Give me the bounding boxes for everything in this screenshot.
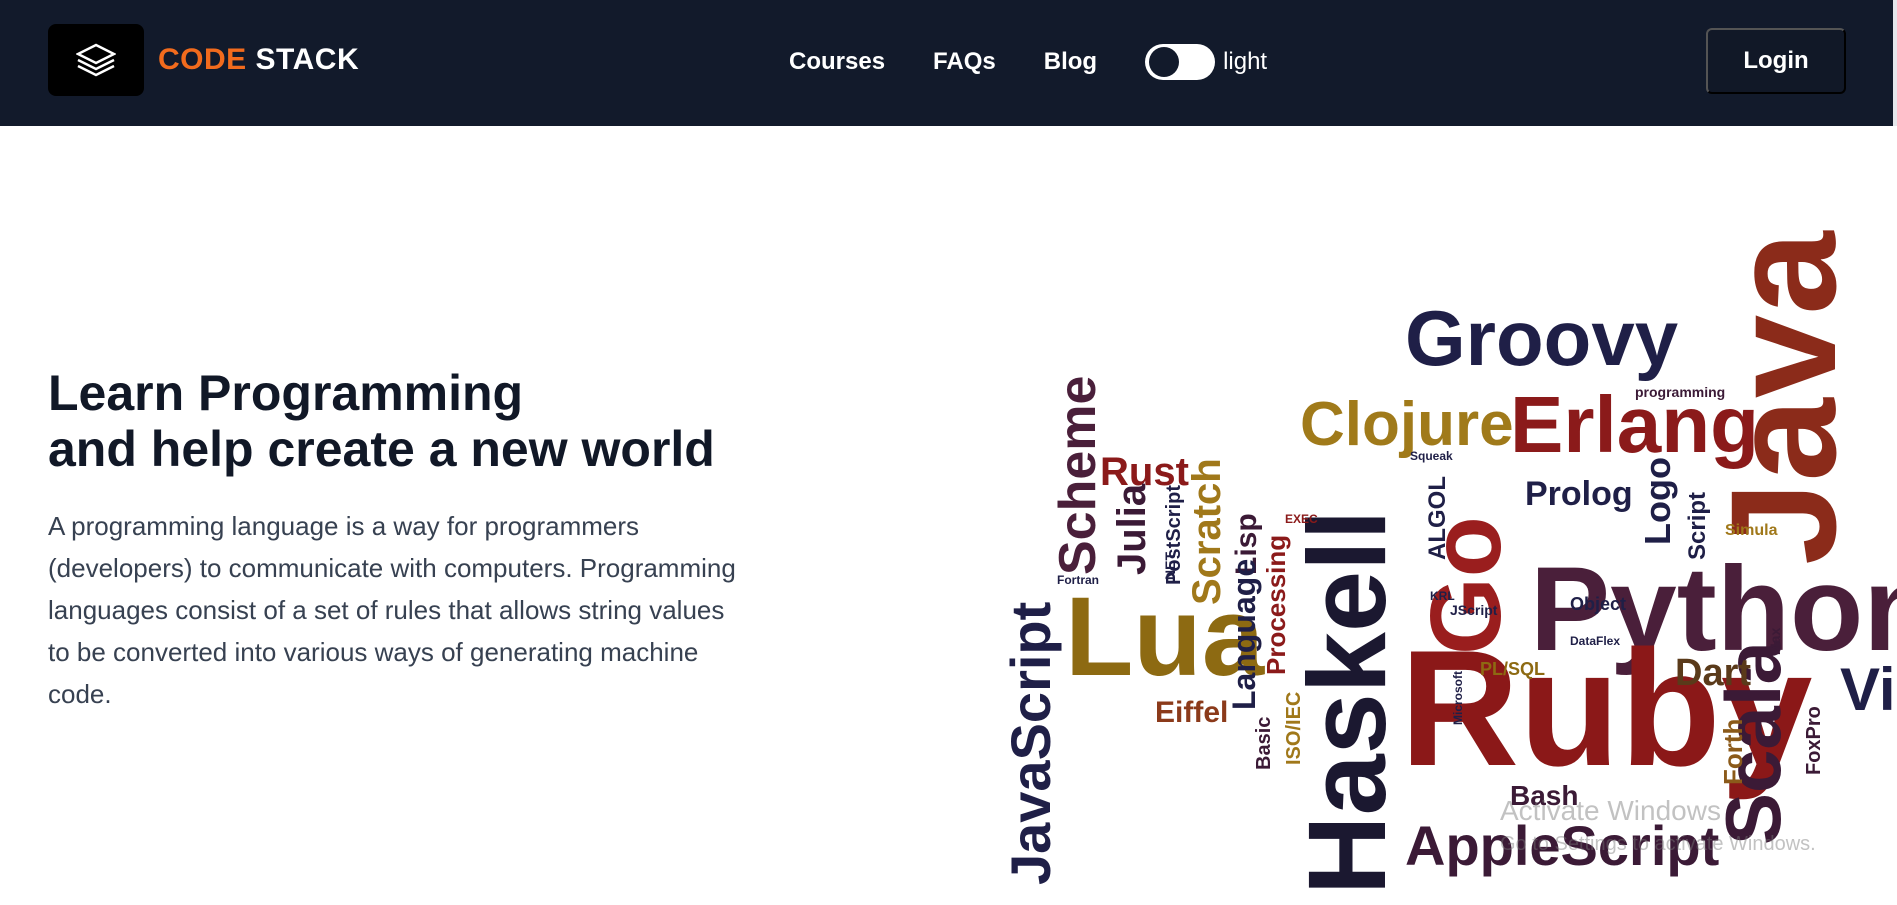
word-plsql: PL/SQL xyxy=(1480,659,1545,679)
word-net: NET xyxy=(1162,552,1178,580)
word-clojure: Clojure xyxy=(1300,390,1514,459)
toggle-knob xyxy=(1149,47,1180,77)
word-scratch: Scratch xyxy=(1185,458,1229,605)
word-groovy: Groovy xyxy=(1405,294,1678,382)
word-forth: Forth xyxy=(1718,719,1748,785)
word-logo: Logo xyxy=(1637,457,1678,545)
windows-activation-watermark: Activate Windows Go to Settings to activ… xyxy=(1500,795,1816,856)
word-processing: Processing xyxy=(1261,535,1291,675)
word-jscript: JScript xyxy=(1450,602,1498,618)
word-exec: EXEC xyxy=(1285,512,1318,526)
theme-toggle-switch[interactable] xyxy=(1145,44,1216,80)
hero-title: Learn Programming and help create a new … xyxy=(48,365,768,477)
word-algol: ALGOL xyxy=(1424,476,1451,560)
hero-title-line1: Learn Programming xyxy=(48,365,524,421)
word-fortran: Fortran xyxy=(1057,573,1099,587)
theme-toggle-label: light xyxy=(1223,48,1268,75)
logo[interactable] xyxy=(48,24,144,96)
word-krl: KRL xyxy=(1430,589,1455,603)
word-scheme: Scheme xyxy=(1049,376,1107,575)
nav-link-faqs[interactable]: FAQs xyxy=(933,48,996,76)
word-eiffel: Eiffel xyxy=(1155,696,1228,729)
word-javascript: JavaScript xyxy=(999,602,1062,885)
word-isoiec: ISO/IEC xyxy=(1283,692,1305,765)
top-navbar: CODE STACK Courses FAQs Blog light Login xyxy=(0,0,1897,126)
watermark-line2: Go to Settings to activate Windows. xyxy=(1500,833,1816,855)
watermark-line1: Activate Windows xyxy=(1500,795,1721,826)
word-max: Max xyxy=(1767,628,1783,655)
main-nav: Courses FAQs Blog light xyxy=(789,44,1267,80)
word-microsoft: Microsoft xyxy=(1451,671,1465,725)
word-vis: Vis xyxy=(1840,656,1897,723)
login-button[interactable]: Login xyxy=(1706,28,1846,94)
theme-toggle[interactable]: light xyxy=(1145,44,1267,80)
nav-link-courses[interactable]: Courses xyxy=(789,48,885,76)
word-prolog: Prolog xyxy=(1525,475,1633,513)
word-object: Object xyxy=(1570,594,1626,614)
brand-name[interactable]: CODE STACK xyxy=(158,43,359,77)
hero-description: A programming language is a way for prog… xyxy=(48,511,736,709)
scrollbar[interactable] xyxy=(1893,0,1897,126)
hero-title-line2: and help create a new world xyxy=(48,421,715,477)
nav-link-blog[interactable]: Blog xyxy=(1044,48,1097,76)
brand[interactable]: CODE STACK xyxy=(48,24,359,96)
word-squeak: Squeak xyxy=(1410,449,1453,463)
word-language: Language xyxy=(1226,559,1262,710)
word-programming: programming xyxy=(1635,384,1725,400)
brand-accent: CODE xyxy=(158,43,247,76)
word-dart: Dart xyxy=(1675,652,1751,694)
word-foxpro: FoxPro xyxy=(1803,706,1825,775)
layers-icon xyxy=(76,43,116,77)
word-simula: Simula xyxy=(1725,522,1778,539)
word-basic: Basic xyxy=(1253,717,1275,770)
word-dataflex: DataFlex xyxy=(1570,634,1620,648)
word-julia: Julia xyxy=(1110,483,1154,575)
brand-main: STACK xyxy=(255,43,360,76)
word-script: Script xyxy=(1684,492,1711,560)
